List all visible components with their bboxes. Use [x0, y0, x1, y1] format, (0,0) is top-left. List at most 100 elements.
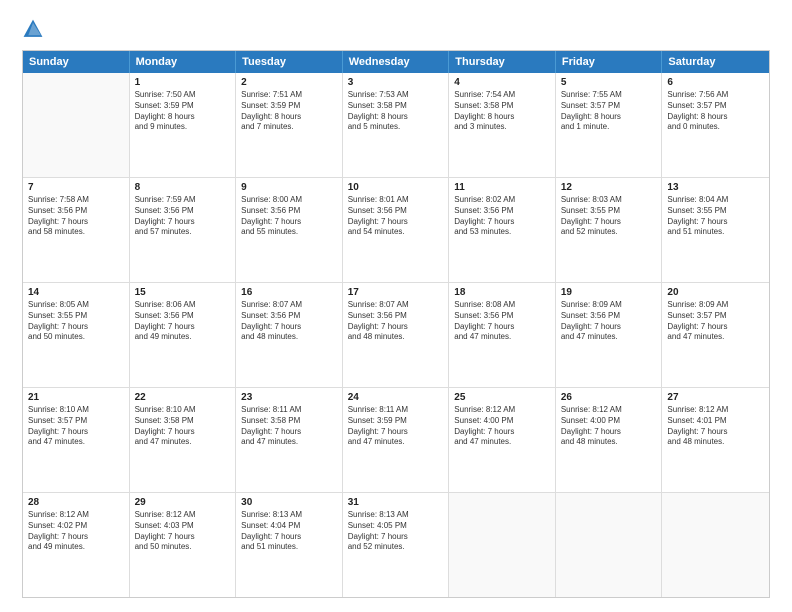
cell-text: Sunrise: 7:50 AM Sunset: 3:59 PM Dayligh…	[135, 90, 231, 133]
cell-text: Sunrise: 8:12 AM Sunset: 4:00 PM Dayligh…	[561, 405, 657, 448]
calendar-row: 1 Sunrise: 7:50 AM Sunset: 3:59 PM Daylig…	[23, 73, 769, 178]
day-number: 13	[667, 182, 764, 193]
day-number: 5	[561, 77, 657, 88]
calendar-header: SundayMondayTuesdayWednesdayThursdayFrid…	[23, 51, 769, 73]
calendar-cell: 29 Sunrise: 8:12 AM Sunset: 4:03 PM Dayli…	[130, 493, 237, 597]
cell-text: Sunrise: 8:06 AM Sunset: 3:56 PM Dayligh…	[135, 300, 231, 343]
calendar-cell: 24 Sunrise: 8:11 AM Sunset: 3:59 PM Dayli…	[343, 388, 450, 492]
calendar-cell: 1 Sunrise: 7:50 AM Sunset: 3:59 PM Daylig…	[130, 73, 237, 177]
cell-text: Sunrise: 8:10 AM Sunset: 3:57 PM Dayligh…	[28, 405, 124, 448]
calendar-cell: 6 Sunrise: 7:56 AM Sunset: 3:57 PM Daylig…	[662, 73, 769, 177]
header	[22, 18, 770, 40]
day-number: 29	[135, 497, 231, 508]
calendar-row: 21 Sunrise: 8:10 AM Sunset: 3:57 PM Dayli…	[23, 388, 769, 493]
day-number: 7	[28, 182, 124, 193]
cell-text: Sunrise: 8:12 AM Sunset: 4:03 PM Dayligh…	[135, 510, 231, 553]
logo	[22, 18, 48, 40]
cell-text: Sunrise: 8:09 AM Sunset: 3:56 PM Dayligh…	[561, 300, 657, 343]
calendar-cell: 7 Sunrise: 7:58 AM Sunset: 3:56 PM Daylig…	[23, 178, 130, 282]
cell-text: Sunrise: 8:11 AM Sunset: 3:58 PM Dayligh…	[241, 405, 337, 448]
day-number: 19	[561, 287, 657, 298]
calendar-cell: 5 Sunrise: 7:55 AM Sunset: 3:57 PM Daylig…	[556, 73, 663, 177]
weekday-header: Tuesday	[236, 51, 343, 73]
day-number: 6	[667, 77, 764, 88]
day-number: 1	[135, 77, 231, 88]
calendar-cell: 20Sunrise: 8:09 AM Sunset: 3:57 PM Dayli…	[662, 283, 769, 387]
cell-text: Sunrise: 7:55 AM Sunset: 3:57 PM Dayligh…	[561, 90, 657, 133]
cell-text: Sunrise: 8:13 AM Sunset: 4:05 PM Dayligh…	[348, 510, 444, 553]
calendar-cell: 19 Sunrise: 8:09 AM Sunset: 3:56 PM Dayli…	[556, 283, 663, 387]
calendar-cell: 16 Sunrise: 8:07 AM Sunset: 3:56 PM Dayli…	[236, 283, 343, 387]
day-number: 28	[28, 497, 124, 508]
day-number: 17	[348, 287, 444, 298]
calendar-cell: 28 Sunrise: 8:12 AM Sunset: 4:02 PM Dayli…	[23, 493, 130, 597]
cell-text: Sunrise: 8:03 AM Sunset: 3:55 PM Dayligh…	[561, 195, 657, 238]
calendar-cell: 8Sunrise: 7:59 AM Sunset: 3:56 PM Daylig…	[130, 178, 237, 282]
calendar-cell	[662, 493, 769, 597]
calendar-cell	[23, 73, 130, 177]
calendar-cell: 31Sunrise: 8:13 AM Sunset: 4:05 PM Dayli…	[343, 493, 450, 597]
cell-text: Sunrise: 8:12 AM Sunset: 4:01 PM Dayligh…	[667, 405, 764, 448]
calendar-cell: 15 Sunrise: 8:06 AM Sunset: 3:56 PM Dayli…	[130, 283, 237, 387]
weekday-header: Sunday	[23, 51, 130, 73]
day-number: 10	[348, 182, 444, 193]
day-number: 2	[241, 77, 337, 88]
calendar-cell	[449, 493, 556, 597]
calendar-cell: 2 Sunrise: 7:51 AM Sunset: 3:59 PM Daylig…	[236, 73, 343, 177]
weekday-header: Wednesday	[343, 51, 450, 73]
calendar-cell: 17Sunrise: 8:07 AM Sunset: 3:56 PM Dayli…	[343, 283, 450, 387]
calendar-cell: 4 Sunrise: 7:54 AM Sunset: 3:58 PM Daylig…	[449, 73, 556, 177]
calendar-cell: 22 Sunrise: 8:10 AM Sunset: 3:58 PM Dayli…	[130, 388, 237, 492]
cell-text: Sunrise: 7:59 AM Sunset: 3:56 PM Dayligh…	[135, 195, 231, 238]
calendar-cell: 13 Sunrise: 8:04 AM Sunset: 3:55 PM Dayli…	[662, 178, 769, 282]
cell-text: Sunrise: 8:13 AM Sunset: 4:04 PM Dayligh…	[241, 510, 337, 553]
day-number: 4	[454, 77, 550, 88]
day-number: 25	[454, 392, 550, 403]
cell-text: Sunrise: 8:12 AM Sunset: 4:02 PM Dayligh…	[28, 510, 124, 553]
calendar-cell: 21 Sunrise: 8:10 AM Sunset: 3:57 PM Dayli…	[23, 388, 130, 492]
calendar-cell: 27 Sunrise: 8:12 AM Sunset: 4:01 PM Dayli…	[662, 388, 769, 492]
cell-text: Sunrise: 7:51 AM Sunset: 3:59 PM Dayligh…	[241, 90, 337, 133]
weekday-header: Saturday	[662, 51, 769, 73]
day-number: 24	[348, 392, 444, 403]
day-number: 23	[241, 392, 337, 403]
calendar-body: 1 Sunrise: 7:50 AM Sunset: 3:59 PM Daylig…	[23, 73, 769, 597]
page: SundayMondayTuesdayWednesdayThursdayFrid…	[0, 0, 792, 612]
cell-text: Sunrise: 7:58 AM Sunset: 3:56 PM Dayligh…	[28, 195, 124, 238]
calendar-cell: 25 Sunrise: 8:12 AM Sunset: 4:00 PM Dayli…	[449, 388, 556, 492]
cell-text: Sunrise: 8:12 AM Sunset: 4:00 PM Dayligh…	[454, 405, 550, 448]
cell-text: Sunrise: 7:56 AM Sunset: 3:57 PM Dayligh…	[667, 90, 764, 133]
calendar-cell: 12 Sunrise: 8:03 AM Sunset: 3:55 PM Dayli…	[556, 178, 663, 282]
cell-text: Sunrise: 8:09 AM Sunset: 3:57 PM Dayligh…	[667, 300, 764, 343]
calendar-cell: 3Sunrise: 7:53 AM Sunset: 3:58 PM Daylig…	[343, 73, 450, 177]
day-number: 9	[241, 182, 337, 193]
day-number: 12	[561, 182, 657, 193]
day-number: 22	[135, 392, 231, 403]
cell-text: Sunrise: 8:10 AM Sunset: 3:58 PM Dayligh…	[135, 405, 231, 448]
weekday-header: Monday	[130, 51, 237, 73]
calendar-cell: 9 Sunrise: 8:00 AM Sunset: 3:56 PM Daylig…	[236, 178, 343, 282]
day-number: 21	[28, 392, 124, 403]
day-number: 18	[454, 287, 550, 298]
calendar-cell	[556, 493, 663, 597]
day-number: 15	[135, 287, 231, 298]
calendar-cell: 10 Sunrise: 8:01 AM Sunset: 3:56 PM Dayli…	[343, 178, 450, 282]
weekday-header: Friday	[556, 51, 663, 73]
cell-text: Sunrise: 8:00 AM Sunset: 3:56 PM Dayligh…	[241, 195, 337, 238]
day-number: 30	[241, 497, 337, 508]
calendar-row: 28 Sunrise: 8:12 AM Sunset: 4:02 PM Dayli…	[23, 493, 769, 597]
cell-text: Sunrise: 8:01 AM Sunset: 3:56 PM Dayligh…	[348, 195, 444, 238]
day-number: 27	[667, 392, 764, 403]
cell-text: Sunrise: 8:11 AM Sunset: 3:59 PM Dayligh…	[348, 405, 444, 448]
cell-text: Sunrise: 8:08 AM Sunset: 3:56 PM Dayligh…	[454, 300, 550, 343]
day-number: 26	[561, 392, 657, 403]
cell-text: Sunrise: 8:04 AM Sunset: 3:55 PM Dayligh…	[667, 195, 764, 238]
calendar-row: 7 Sunrise: 7:58 AM Sunset: 3:56 PM Daylig…	[23, 178, 769, 283]
calendar-cell: 23 Sunrise: 8:11 AM Sunset: 3:58 PM Dayli…	[236, 388, 343, 492]
cell-text: Sunrise: 8:07 AM Sunset: 3:56 PM Dayligh…	[241, 300, 337, 343]
weekday-header: Thursday	[449, 51, 556, 73]
calendar-cell: 18 Sunrise: 8:08 AM Sunset: 3:56 PM Dayli…	[449, 283, 556, 387]
day-number: 16	[241, 287, 337, 298]
cell-text: Sunrise: 7:54 AM Sunset: 3:58 PM Dayligh…	[454, 90, 550, 133]
logo-icon	[22, 18, 44, 40]
